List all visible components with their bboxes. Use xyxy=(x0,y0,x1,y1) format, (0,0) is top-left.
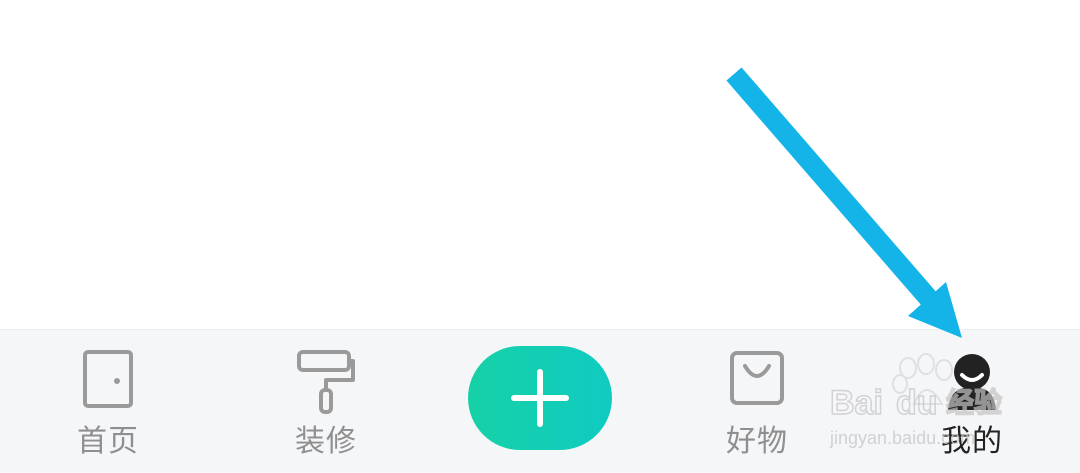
content-area xyxy=(0,0,1080,329)
paint-roller-icon xyxy=(297,350,355,414)
tab-home[interactable]: 首页 xyxy=(48,330,168,473)
tab-decoration-label: 装修 xyxy=(295,424,357,459)
user-avatar-icon xyxy=(948,354,996,410)
shopping-bag-icon xyxy=(730,351,784,405)
door-icon xyxy=(83,350,133,408)
tab-mine-label: 我的 xyxy=(941,424,1003,459)
tab-home-label: 首页 xyxy=(77,424,139,459)
add-button[interactable] xyxy=(468,346,612,450)
tab-goods-label: 好物 xyxy=(726,424,788,459)
tab-decoration[interactable]: 装修 xyxy=(266,330,386,473)
plus-icon xyxy=(511,369,569,427)
app-screen: 首页 装修 好物 我的 Bai du 经验 jingyan.baidu.com xyxy=(0,0,1080,473)
tab-goods[interactable]: 好物 xyxy=(697,330,817,473)
tab-mine[interactable]: 我的 xyxy=(912,330,1032,473)
